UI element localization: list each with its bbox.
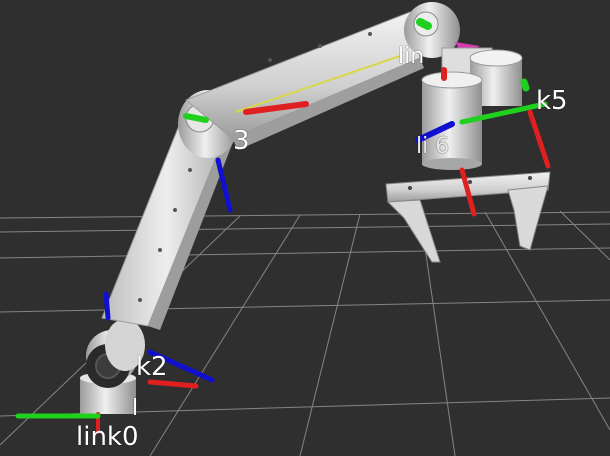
- lower-arm-rivet: [138, 298, 142, 302]
- grid-line: [0, 247, 610, 259]
- gripper-rivet: [408, 186, 412, 190]
- label-link6: li 6: [416, 134, 450, 159]
- z-axis-marker: [103, 291, 111, 321]
- rviz-3d-viewport[interactable]: link0 l k2 3 lin k5 li 6: [0, 0, 610, 456]
- lower-arm-rivet: [158, 248, 162, 252]
- gripper-rivet: [468, 180, 472, 184]
- lower-arm-rivet: [173, 208, 177, 212]
- link6-cylinder-bottom: [422, 158, 482, 170]
- label-link2: k2: [136, 352, 168, 382]
- upper-arm-rivet: [318, 44, 322, 48]
- grid-line: [559, 210, 610, 261]
- label-link0: link0: [76, 422, 139, 452]
- y-axis-marker: [183, 113, 209, 123]
- lower-arm-rivet: [188, 168, 192, 172]
- upper-arm[interactable]: [185, 11, 424, 150]
- gripper-rivet: [528, 176, 532, 180]
- upper-arm-rivet: [368, 32, 372, 36]
- z-axis-marker: [215, 157, 233, 213]
- gripper-finger-left: [386, 199, 441, 263]
- y-axis-marker: [520, 78, 530, 92]
- floor-grid: [0, 210, 610, 456]
- grid-line: [484, 211, 610, 431]
- link6-cylinder-top: [421, 71, 483, 89]
- grid-line: [299, 213, 361, 456]
- y-axis-marker: [416, 18, 432, 30]
- grid-line: [0, 299, 610, 313]
- gripper-finger-right: [507, 185, 549, 251]
- label-link4: lin: [398, 44, 425, 69]
- label-link3: 3: [233, 126, 250, 156]
- x-axis-marker: [527, 109, 551, 169]
- label-link1: l: [132, 396, 139, 421]
- x-axis-marker: [147, 379, 199, 389]
- label-link5: k5: [536, 86, 568, 116]
- link5-cylinder-cap: [469, 49, 523, 67]
- upper-arm-rivet: [268, 58, 272, 62]
- scene-svg: [0, 2, 610, 456]
